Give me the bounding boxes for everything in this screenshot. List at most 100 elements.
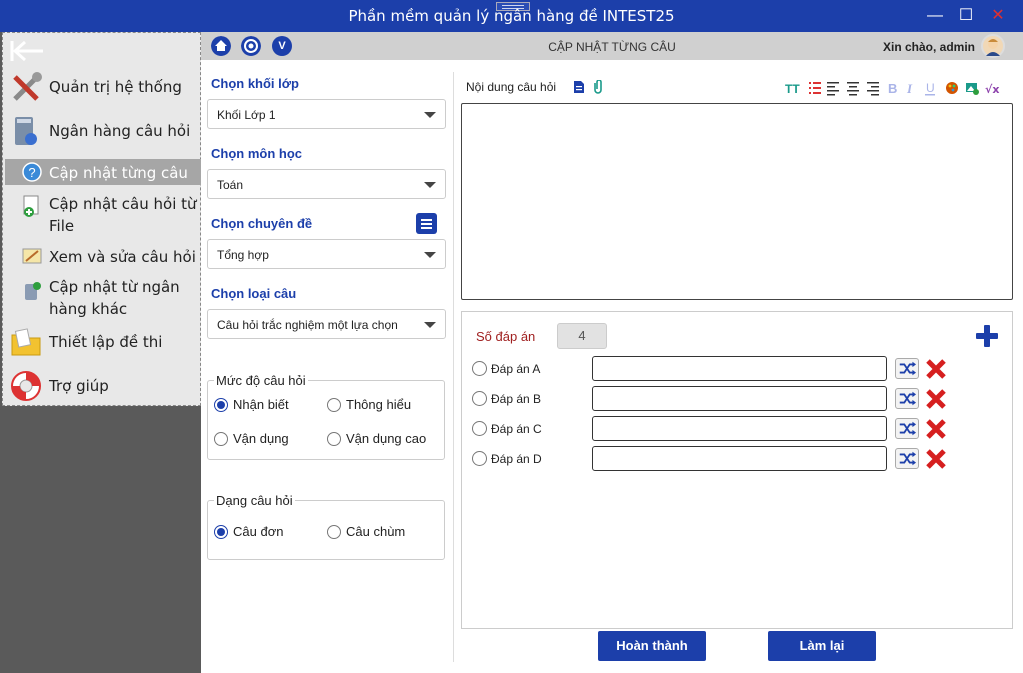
italic-icon[interactable]: I <box>906 81 913 96</box>
divider <box>453 72 454 662</box>
folder-icon <box>11 328 41 356</box>
subject-label: Chọn môn học <box>211 146 302 161</box>
shuffle-icon[interactable] <box>895 448 919 469</box>
avatar[interactable] <box>981 34 1005 58</box>
edit-icon <box>22 248 42 264</box>
sidebar-item-label: Cập nhật câu hỏi từ File <box>49 195 197 235</box>
maximize-button[interactable]: ☐ <box>956 6 976 26</box>
sidebar-item-label: Cập nhật từng câu <box>49 164 188 182</box>
document-icon[interactable] <box>572 80 586 94</box>
sidebar-item-label: Thiết lập đề thi <box>49 333 163 351</box>
sidebar: Quản trị hệ thống Ngân hàng câu hỏi ? Cậ… <box>0 32 201 673</box>
answer-input[interactable] <box>592 416 887 441</box>
add-answer-button[interactable] <box>976 325 998 347</box>
sidebar-item-system-admin[interactable]: Quản trị hệ thống <box>5 69 201 105</box>
kind-group: Dạng câu hỏi Câu đơn Câu chùm <box>207 493 445 560</box>
answer-radio[interactable] <box>472 361 487 376</box>
window-title: Phần mềm quản lý ngân hàng đề INTEST25 <box>348 7 675 25</box>
subject-select[interactable]: Toán <box>207 169 446 199</box>
lifebuoy-icon <box>11 371 41 401</box>
answer-radio[interactable] <box>472 391 487 406</box>
chevron-down-icon <box>424 322 436 328</box>
svg-text:?: ? <box>28 165 35 180</box>
sidebar-item-label: Xem và sửa câu hỏi <box>49 248 196 266</box>
question-content-label: Nội dung câu hỏi <box>466 80 557 94</box>
close-button[interactable]: ✕ <box>988 6 1008 26</box>
import-icon <box>25 282 41 300</box>
title-bar: Phần mềm quản lý ngân hàng đề INTEST25 —… <box>0 0 1023 32</box>
attachment-icon[interactable] <box>591 80 605 94</box>
finish-button[interactable]: Hoàn thành <box>598 631 706 661</box>
align-right-icon[interactable] <box>867 82 879 96</box>
level-group: Mức độ câu hỏi Nhận biết Thông hiểu Vận … <box>207 373 445 460</box>
kind-legend: Dạng câu hỏi <box>214 493 295 508</box>
sidebar-item-view-edit[interactable]: Xem và sửa câu hỏi <box>5 243 201 269</box>
back-arrow-icon[interactable] <box>9 39 45 63</box>
answer-radio[interactable] <box>472 451 487 466</box>
question-type-label: Chọn loại câu <box>211 286 297 301</box>
answer-input[interactable] <box>592 446 887 471</box>
grade-label: Chọn khối lớp <box>211 76 299 91</box>
answer-row-b: Đáp án B <box>472 386 1002 412</box>
topic-select[interactable]: Tổng hợp <box>207 239 446 269</box>
delete-icon[interactable] <box>924 387 948 411</box>
delete-icon[interactable] <box>924 417 948 441</box>
list-icon[interactable] <box>809 82 821 94</box>
topic-label: Chọn chuyên đề <box>211 216 313 231</box>
sidebar-item-label: Cập nhật từ ngân hàng khác <box>49 278 180 318</box>
subject-value: Toán <box>217 178 244 192</box>
shuffle-icon[interactable] <box>895 418 919 439</box>
grade-select[interactable]: Khối Lớp 1 <box>207 99 446 129</box>
radio-selected-icon <box>214 525 228 539</box>
reset-button[interactable]: Làm lại <box>768 631 876 661</box>
answer-row-c: Đáp án C <box>472 416 1002 442</box>
shuffle-icon[interactable] <box>895 358 919 379</box>
database-icon <box>15 117 37 145</box>
svg-text:TT: TT <box>785 82 800 96</box>
answer-label: Đáp án A <box>491 362 541 376</box>
bold-icon[interactable]: B <box>888 81 897 96</box>
question-content-editor[interactable] <box>461 103 1013 300</box>
sidebar-item-import-bank[interactable]: Cập nhật từ ngân hàng khác <box>5 274 201 318</box>
radio-icon <box>327 525 341 539</box>
underline-icon[interactable]: U <box>925 81 935 96</box>
sidebar-item-label: Trợ giúp <box>49 377 109 395</box>
level-legend: Mức độ câu hỏi <box>214 373 308 388</box>
formula-icon[interactable]: √x <box>985 83 999 96</box>
answer-input[interactable] <box>592 386 887 411</box>
sidebar-item-help[interactable]: Trợ giúp <box>5 369 201 403</box>
svg-text:√x: √x <box>985 83 999 96</box>
sidebar-item-update-from-file[interactable]: Cập nhật câu hỏi từ File <box>5 191 201 235</box>
align-center-icon[interactable] <box>847 82 859 96</box>
shuffle-icon[interactable] <box>895 388 919 409</box>
grade-value: Khối Lớp 1 <box>217 108 276 122</box>
answer-radio[interactable] <box>472 421 487 436</box>
chevron-down-icon <box>424 252 436 258</box>
chevron-down-icon <box>424 182 436 188</box>
question-type-select[interactable]: Câu hỏi trắc nghiệm một lựa chọn <box>207 309 446 339</box>
answer-row-a: Đáp án A <box>472 356 1002 382</box>
question-type-value: Câu hỏi trắc nghiệm một lựa chọn <box>217 318 398 332</box>
editor-toolbar: TT B I U √x <box>785 81 999 96</box>
sidebar-item-exam-setup[interactable]: Thiết lập đề thi <box>5 327 201 359</box>
align-left-icon[interactable] <box>827 82 839 96</box>
svg-text:U: U <box>926 81 935 95</box>
answer-count-field[interactable]: 4 <box>557 323 607 349</box>
image-icon[interactable] <box>966 83 979 95</box>
font-size-icon[interactable]: TT <box>785 82 800 96</box>
topic-list-button[interactable] <box>416 213 437 234</box>
delete-icon[interactable] <box>924 447 948 471</box>
minimize-button[interactable]: — <box>925 6 945 26</box>
sidebar-item-question-bank[interactable]: Ngân hàng câu hỏi <box>5 113 201 149</box>
delete-icon[interactable] <box>924 357 948 381</box>
answer-label: Đáp án D <box>491 452 542 466</box>
tools-icon <box>13 72 42 101</box>
chevron-down-icon <box>424 112 436 118</box>
sidebar-item-update-single[interactable]: ? Cập nhật từng câu <box>5 159 201 185</box>
answer-input[interactable] <box>592 356 887 381</box>
answer-label: Đáp án B <box>491 392 542 406</box>
file-add-icon <box>23 195 39 217</box>
sidebar-menu: Quản trị hệ thống Ngân hàng câu hỏi ? Cậ… <box>2 32 201 406</box>
answer-row-d: Đáp án D <box>472 446 1002 472</box>
palette-icon[interactable] <box>946 82 958 94</box>
